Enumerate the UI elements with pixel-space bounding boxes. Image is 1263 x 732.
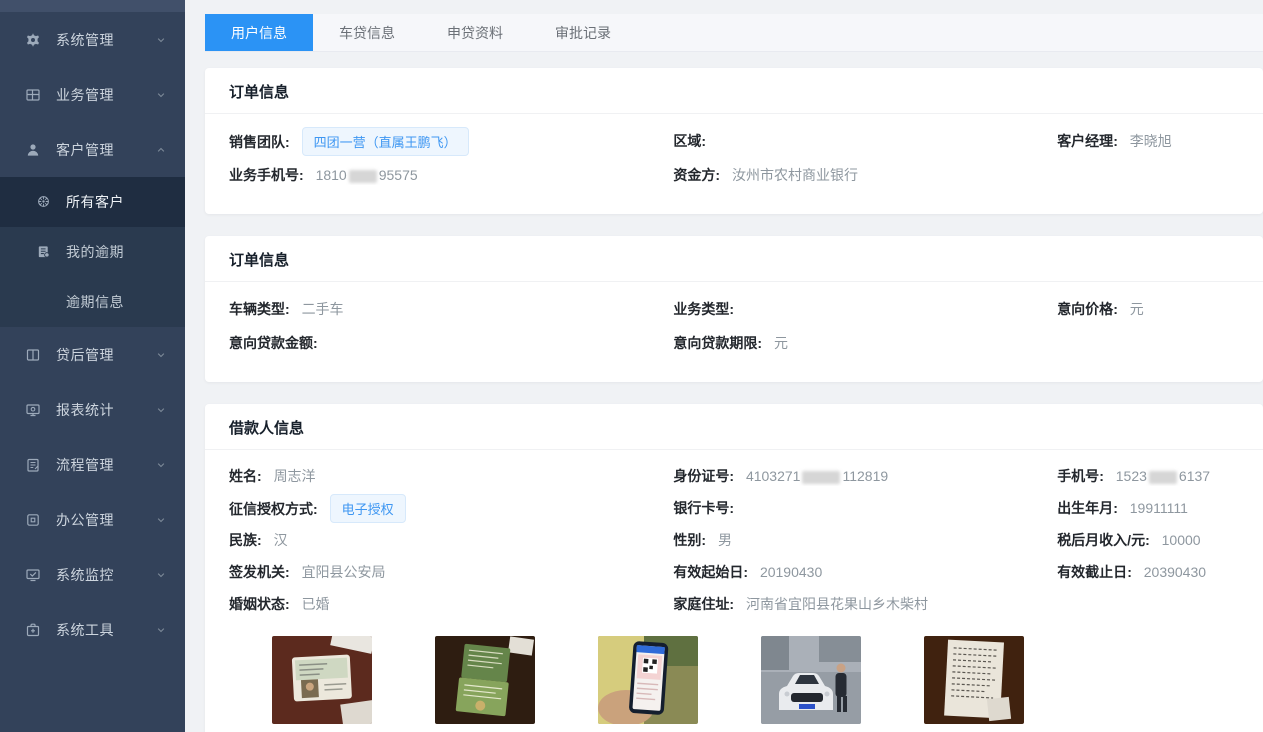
- monitor-check-icon: [24, 566, 42, 584]
- field-gender: 性别: 男: [673, 530, 1057, 550]
- tab-user-info[interactable]: 用户信息: [205, 14, 313, 51]
- field-loan-term: 意向贷款期限: 元: [673, 333, 1057, 353]
- photo-id-card[interactable]: 人像面: [272, 636, 372, 732]
- field-address: 家庭住址: 河南省宜阳县花果山乡木柴村: [673, 594, 1057, 614]
- phone-qr-photo: [598, 636, 698, 724]
- field-id-number: 身份证号: 4103271112819: [673, 466, 1057, 486]
- field-biz-phone: 业务手机号: 181095575: [229, 165, 673, 185]
- sidebar: 系统管理 业务管理 客户管理 所有客户 我的逾期 逾期信息 贷后管理 报表统计: [0, 0, 185, 732]
- field-income: 税后月收入/元: 10000: [1057, 530, 1239, 550]
- sidebar-item-process-mgmt[interactable]: 流程管理: [0, 437, 185, 492]
- redaction-blur: [349, 170, 377, 183]
- sidebar-item-system-tools[interactable]: 系统工具: [0, 602, 185, 657]
- field-birth: 出生年月: 19911111: [1057, 498, 1239, 518]
- paper-doc-photo: [924, 636, 1024, 724]
- chevron-down-icon: [155, 349, 167, 361]
- customer-mgmt-submenu: 所有客户 我的逾期 逾期信息: [0, 177, 185, 327]
- sidebar-item-system-monitor[interactable]: 系统监控: [0, 547, 185, 602]
- field-marital: 婚姻状态: 已婚: [229, 594, 673, 614]
- toolbox-icon: [24, 621, 42, 639]
- field-region: 区域:: [673, 131, 1057, 151]
- field-loan-amount: 意向贷款金额:: [229, 333, 673, 353]
- section-title: 订单信息: [205, 236, 1263, 282]
- sidebar-item-system-mgmt[interactable]: 系统管理: [0, 12, 185, 67]
- photo-car-person[interactable]: 人车合影: [761, 636, 861, 732]
- field-ethnic: 民族: 汉: [229, 530, 673, 550]
- field-valid-start: 有效起始日: 20190430: [673, 562, 1057, 582]
- sidebar-logo-area: [0, 0, 185, 12]
- chevron-down-icon: [155, 89, 167, 101]
- sales-team-tag[interactable]: 四团一营（直属王鹏飞）: [302, 127, 469, 156]
- square-icon: [24, 511, 42, 529]
- user-icon: [24, 141, 42, 159]
- document-photos: 人像面 驾驶证照片: [272, 636, 1239, 732]
- chevron-down-icon: [155, 569, 167, 581]
- photo-phone-qr[interactable]: 征信授权: [598, 636, 698, 732]
- sidebar-item-postloan-mgmt[interactable]: 贷后管理: [0, 327, 185, 382]
- photo-paper-doc[interactable]: 村委证明: [924, 636, 1024, 732]
- order-info-card-1: 订单信息 销售团队: 四团一营（直属王鹏飞） 区域: 客户经理: 李晓旭 业务手: [205, 68, 1263, 214]
- green-booklet-photo: [435, 636, 535, 724]
- field-sales-team: 销售团队: 四团一营（直属王鹏飞）: [229, 127, 673, 156]
- order-info-card-2: 订单信息 车辆类型: 二手车 业务类型: 意向价格: 元 意向贷款金额:: [205, 236, 1263, 382]
- id-card-photo: [272, 636, 372, 724]
- notebook-icon: [36, 244, 52, 260]
- field-customer-manager: 客户经理: 李晓旭: [1057, 131, 1239, 151]
- field-vehicle-type: 车辆类型: 二手车: [229, 299, 673, 319]
- sidebar-item-customer-mgmt[interactable]: 客户管理: [0, 122, 185, 177]
- field-funder: 资金方: 汝州市农村商业银行: [673, 165, 1057, 185]
- clipboard-icon: [24, 456, 42, 474]
- sidebar-item-business-mgmt[interactable]: 业务管理: [0, 67, 185, 122]
- sidebar-item-report-stats[interactable]: 报表统计: [0, 382, 185, 437]
- gear-icon: [24, 31, 42, 49]
- photo-green-booklet[interactable]: 驾驶证照片: [435, 636, 535, 732]
- credit-auth-tag[interactable]: 电子授权: [330, 494, 406, 523]
- chevron-down-icon: [155, 459, 167, 471]
- redaction-blur: [1149, 471, 1177, 484]
- car-person-photo: [761, 636, 861, 724]
- sidebar-item-all-customers[interactable]: 所有客户: [0, 177, 185, 227]
- sidebar-item-overdue-info[interactable]: 逾期信息: [0, 277, 185, 327]
- redaction-blur: [802, 471, 840, 484]
- field-biz-type: 业务类型:: [673, 299, 1057, 319]
- chevron-down-icon: [155, 514, 167, 526]
- tab-car-loan-info[interactable]: 车贷信息: [313, 14, 421, 51]
- monitor-icon: [24, 401, 42, 419]
- field-issue-org: 签发机关: 宜阳县公安局: [229, 562, 673, 582]
- tab-loan-application-docs[interactable]: 申贷资料: [421, 14, 529, 51]
- tab-approval-records[interactable]: 审批记录: [529, 14, 637, 51]
- book-icon: [24, 346, 42, 364]
- sidebar-item-my-overdue[interactable]: 我的逾期: [0, 227, 185, 277]
- field-intent-price: 意向价格: 元: [1057, 299, 1239, 319]
- chevron-down-icon: [155, 34, 167, 46]
- spacer: [36, 294, 52, 310]
- wheel-icon: [36, 194, 52, 210]
- chevron-down-icon: [155, 624, 167, 636]
- field-valid-end: 有效截止日: 20390430: [1057, 562, 1239, 582]
- field-bank-card: 银行卡号:: [673, 498, 1057, 518]
- detail-tabbar: 用户信息 车贷信息 申贷资料 审批记录: [205, 14, 1263, 52]
- field-name: 姓名: 周志洋: [229, 466, 673, 486]
- field-mobile: 手机号: 15236137: [1057, 466, 1239, 486]
- section-title: 订单信息: [205, 68, 1263, 114]
- chevron-down-icon: [155, 404, 167, 416]
- main-content: 用户信息 车贷信息 申贷资料 审批记录 订单信息 销售团队: 四团一营（直属王鹏…: [185, 0, 1263, 732]
- grid-icon: [24, 86, 42, 104]
- borrower-info-card: 借款人信息 姓名: 周志洋 身份证号: 4103271112819 手机号: 1…: [205, 404, 1263, 732]
- section-title: 借款人信息: [205, 404, 1263, 450]
- sidebar-item-office-mgmt[interactable]: 办公管理: [0, 492, 185, 547]
- chevron-up-icon: [155, 144, 167, 156]
- field-credit-auth: 征信授权方式: 电子授权: [229, 494, 673, 523]
